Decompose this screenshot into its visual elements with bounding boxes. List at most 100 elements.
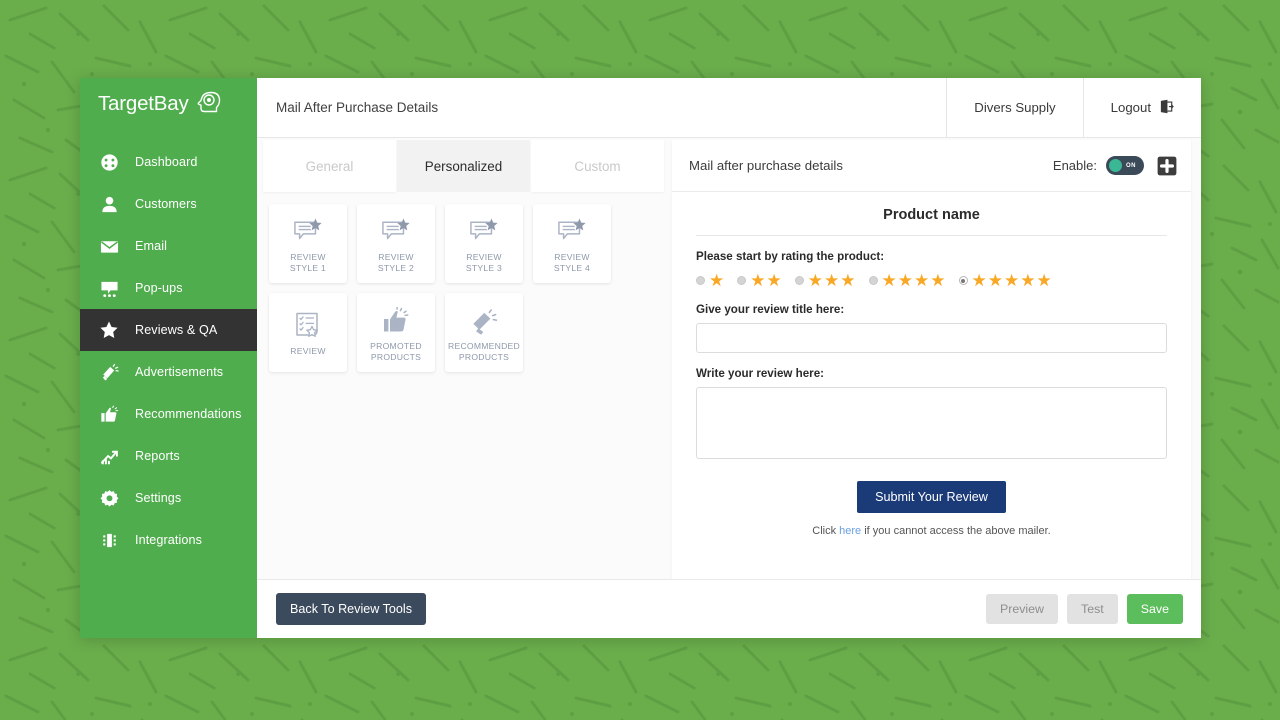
save-button[interactable]: Save: [1126, 594, 1183, 624]
topbar: Mail After Purchase Details Divers Suppl…: [257, 77, 1201, 138]
sidebar-item-label: Pop-ups: [135, 281, 183, 295]
sidebar-item-label: Reports: [135, 449, 180, 463]
thumbs-up-icon: [99, 404, 119, 424]
rating-option-5[interactable]: ★ ★ ★ ★ ★: [958, 272, 1052, 289]
preview-header-title: Mail after purchase details: [689, 158, 843, 173]
rating-option-4[interactable]: ★ ★ ★ ★: [868, 271, 946, 290]
rating-option-3[interactable]: ★ ★ ★: [794, 271, 856, 290]
store-name[interactable]: Divers Supply: [946, 77, 1082, 138]
review-bubble-star-icon: [469, 217, 499, 247]
rating-radio[interactable]: [794, 276, 804, 285]
back-to-review-tools-button[interactable]: Back To Review Tools: [276, 593, 427, 625]
gear-icon: [99, 488, 119, 508]
star-icon: [99, 320, 119, 340]
tab-personalized[interactable]: Personalized: [397, 140, 530, 192]
rating-radio[interactable]: [696, 276, 705, 285]
tab-custom[interactable]: Custom: [531, 140, 664, 192]
sidebar: TargetBay Dashboard Customers Email Pop-…: [80, 78, 257, 638]
tab-general[interactable]: General: [263, 140, 396, 192]
sidebar-item-popups[interactable]: Pop-ups: [80, 267, 257, 309]
test-button[interactable]: Test: [1067, 594, 1118, 624]
style-card-review-style-2[interactable]: REVIEW STYLE 2: [357, 204, 435, 283]
rating-option-1[interactable]: ★: [696, 272, 724, 289]
growth-chart-icon: [99, 446, 119, 466]
style-card-label: PROMOTED PRODUCTS: [370, 341, 422, 362]
style-card-label: REVIEW STYLE 2: [377, 252, 415, 273]
tab-bar: General Personalized Custom: [257, 138, 670, 192]
rating-prompt: Please start by rating the product:: [696, 250, 885, 263]
preview-button[interactable]: Preview: [985, 594, 1059, 624]
review-bubble-star-icon: [293, 217, 323, 247]
review-title-input[interactable]: [696, 323, 1167, 353]
toggle-knob: [1109, 159, 1122, 172]
popup-screen-icon: [99, 278, 119, 298]
submit-review-button[interactable]: Submit Your Review: [857, 481, 1006, 513]
sidebar-item-email[interactable]: Email: [80, 225, 257, 267]
review-body-textarea[interactable]: [696, 387, 1167, 459]
envelope-icon: [99, 236, 119, 256]
rating-row: ★ ★ ★ ★ ★ ★ ★ ★ ★ ★ ★ ★ ★ ★ ★: [696, 272, 1167, 289]
rating-stars: ★ ★ ★ ★: [881, 271, 946, 290]
user-person-icon: [99, 194, 119, 214]
sidebar-item-reports[interactable]: Reports: [80, 435, 257, 477]
sidebar-item-settings[interactable]: Settings: [80, 477, 257, 519]
sidebar-item-label: Dashboard: [135, 155, 198, 169]
sidebar-item-label: Email: [135, 239, 167, 253]
style-card-label: REVIEW STYLE 1: [289, 252, 327, 273]
style-card-review-style-1[interactable]: REVIEW STYLE 1: [269, 204, 347, 283]
rating-radio[interactable]: [868, 276, 878, 285]
mailer-note-link[interactable]: here: [839, 525, 861, 537]
enable-toggle[interactable]: ON: [1106, 156, 1144, 175]
review-body-label: Write your review here:: [696, 367, 825, 380]
sidebar-item-customers[interactable]: Customers: [80, 183, 257, 225]
brand-name: TargetBay: [98, 92, 189, 115]
megaphone-icon: [470, 306, 498, 336]
sidebar-item-label: Recommendations: [135, 407, 242, 421]
review-title-label: Give your review title here:: [696, 303, 845, 316]
review-bubble-star-icon: [557, 217, 587, 247]
sidebar-item-label: Settings: [135, 491, 182, 505]
work-area: General Personalized Custom REVIEW STYLE…: [257, 138, 1201, 579]
style-card-review-style-4[interactable]: REVIEW STYLE 4: [533, 204, 611, 283]
sidebar-item-dashboard[interactable]: Dashboard: [80, 141, 257, 183]
brand-logo[interactable]: TargetBay: [80, 78, 257, 130]
preview-body: Product name Please start by rating the …: [672, 192, 1191, 579]
sidebar-item-label: Customers: [135, 197, 197, 211]
style-card-promoted-products[interactable]: PROMOTED PRODUCTS: [357, 293, 435, 372]
style-card-grid: REVIEW STYLE 1 REVIEW STYLE 2 REVIEW STY…: [257, 192, 670, 372]
sidebar-item-recommendations[interactable]: Recommendations: [80, 393, 257, 435]
rating-stars: ★: [709, 271, 725, 290]
enable-label: Enable:: [1052, 158, 1097, 173]
rating-stars: ★ ★: [750, 271, 782, 290]
megaphone-icon: [99, 362, 119, 382]
footer-actions: Back To Review Tools Preview Test Save: [257, 579, 1201, 638]
style-card-label: RECOMMENDED PRODUCTS: [448, 341, 520, 362]
style-card-label: REVIEW STYLE 3: [465, 252, 503, 273]
rating-option-2[interactable]: ★ ★: [737, 272, 782, 289]
mailer-note: Click here if you cannot access the abov…: [696, 525, 1167, 537]
submit-row: Submit Your Review: [696, 481, 1167, 513]
style-card-recommended-products[interactable]: RECOMMENDED PRODUCTS: [445, 293, 523, 372]
rating-radio[interactable]: [958, 276, 968, 285]
sidebar-item-advertisements[interactable]: Advertisements: [80, 351, 257, 393]
style-card-review-style-3[interactable]: REVIEW STYLE 3: [445, 204, 523, 283]
style-card-label: REVIEW STYLE 4: [553, 252, 591, 273]
logout-button[interactable]: Logout: [1082, 77, 1201, 138]
sidebar-item-label: Integrations: [135, 533, 203, 547]
sidebar-item-label: Advertisements: [135, 365, 224, 379]
integrations-plug-icon: [99, 530, 119, 550]
rating-radio[interactable]: [737, 276, 747, 285]
sidebar-item-integrations[interactable]: Integrations: [80, 519, 257, 561]
sidebar-item-reviews-qa[interactable]: Reviews & QA: [80, 309, 257, 351]
main-content: Mail After Purchase Details Divers Suppl…: [257, 77, 1201, 638]
preview-panel: Mail after purchase details Enable: ON P…: [670, 138, 1201, 579]
toggle-state-label: ON: [1126, 162, 1136, 169]
thumbs-up-icon: [382, 306, 410, 336]
logout-door-arrow-icon: [1159, 99, 1174, 117]
mailer-note-suffix: if you cannot access the above mailer.: [861, 525, 1051, 537]
plus-square-icon[interactable]: [1157, 156, 1177, 176]
style-panel: General Personalized Custom REVIEW STYLE…: [257, 138, 670, 579]
rating-stars: ★ ★ ★: [807, 271, 856, 290]
app-window: TargetBay Dashboard Customers Email Pop-…: [80, 77, 1201, 638]
style-card-review[interactable]: REVIEW: [269, 293, 347, 372]
